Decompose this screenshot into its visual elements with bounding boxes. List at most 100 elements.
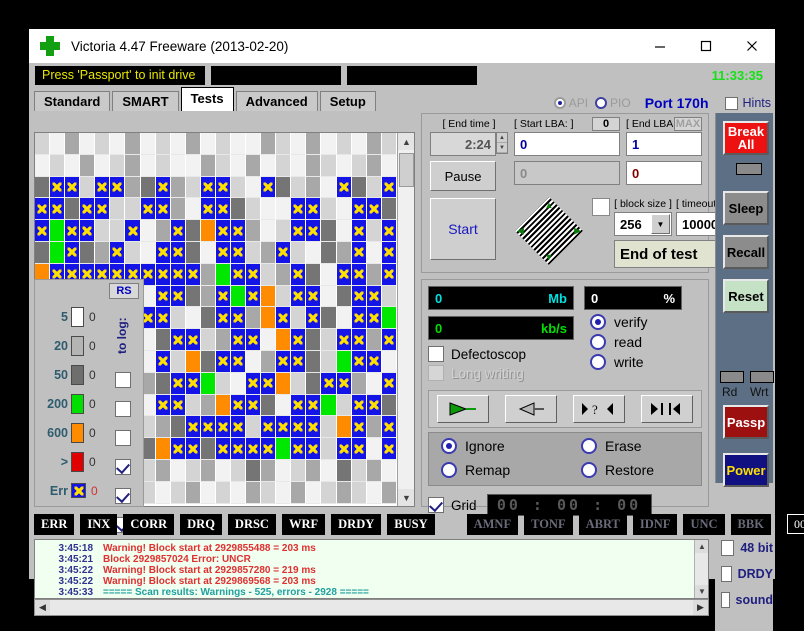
defectoscop-checkbox[interactable]: [428, 346, 444, 362]
block-map-cell: [246, 198, 262, 221]
recall-button[interactable]: Recall: [723, 235, 769, 269]
option-row[interactable]: sound: [715, 587, 773, 613]
maximize-icon[interactable]: [683, 29, 729, 63]
passport-button[interactable]: Passp: [723, 405, 769, 439]
block-map-cell: [50, 220, 66, 242]
read-led: [720, 371, 744, 383]
pause-button[interactable]: Pause: [430, 161, 496, 191]
seek-random-icon[interactable]: ?: [573, 395, 625, 423]
block-map-cell: [185, 394, 201, 417]
radio-read[interactable]: [590, 334, 606, 350]
primary-flag-group: ERR INX CORR DRQ DRSC WRF DRDY BUSY: [34, 513, 441, 535]
radio-verify[interactable]: [590, 314, 606, 330]
end-lba-max-button[interactable]: MAX: [674, 117, 702, 131]
mode-verify-row[interactable]: verify: [590, 314, 647, 330]
tab-standard[interactable]: Standard: [34, 91, 111, 111]
radio-restore[interactable]: [581, 462, 597, 478]
radio-ignore[interactable]: [441, 438, 457, 454]
start-button[interactable]: Start: [430, 198, 496, 260]
start-lba-secondary-input[interactable]: 0: [514, 161, 620, 185]
legend-threshold: 20: [54, 338, 68, 353]
dpad-enable-checkbox[interactable]: [592, 198, 610, 216]
mode-write-row[interactable]: write: [590, 354, 647, 370]
sleep-button[interactable]: Sleep: [723, 191, 769, 225]
block-map-cell: [215, 263, 232, 286]
block-map-cell: [261, 416, 277, 439]
interface-mode-group: API PIO Port 170h Hints: [553, 95, 775, 111]
reset-button[interactable]: Reset: [723, 279, 769, 313]
dpad-right-icon[interactable]: ▶: [574, 226, 581, 237]
error-flag: IDNF: [632, 513, 678, 535]
scroll-down-icon[interactable]: ▼: [398, 489, 414, 506]
to-log-checkbox[interactable]: [115, 401, 131, 417]
radio-remap[interactable]: [441, 462, 457, 478]
block-map-cell: [215, 416, 232, 439]
block-size-select[interactable]: 256 ▼: [614, 212, 672, 236]
direction-pad[interactable]: ▲ ▼ ◀ ▶: [510, 194, 588, 268]
action-restore-row[interactable]: Restore: [581, 462, 711, 478]
log-timestamp: 3:45:22: [58, 565, 93, 576]
radio-write[interactable]: [590, 354, 606, 370]
seek-end-icon[interactable]: [641, 395, 693, 423]
action-remap-row[interactable]: Remap: [441, 462, 581, 478]
chevron-down-icon[interactable]: ▼: [651, 214, 670, 234]
power-button[interactable]: Power: [723, 453, 769, 487]
to-log-checkbox[interactable]: [115, 459, 131, 475]
block-map-cell: [291, 329, 307, 351]
play-backward-icon[interactable]: [505, 395, 557, 423]
log-scrollbar[interactable]: ▲ ▼: [694, 540, 708, 598]
scrollbar-thumb[interactable]: [399, 153, 414, 187]
log-scroll-up-icon[interactable]: ▲: [695, 540, 708, 553]
end-lba-secondary-input[interactable]: 0: [626, 161, 702, 185]
to-log-checkbox[interactable]: [115, 372, 131, 388]
option-row[interactable]: DRDY: [715, 561, 773, 587]
dpad-left-icon[interactable]: ◀: [517, 226, 524, 237]
block-map-cell: [261, 263, 277, 286]
dpad-up-icon[interactable]: ▲: [545, 200, 554, 210]
action-erase-row[interactable]: Erase: [581, 438, 711, 454]
option-checkbox[interactable]: [721, 592, 730, 608]
log-scroll-down-icon[interactable]: ▼: [695, 585, 708, 598]
dpad-down-icon[interactable]: ▼: [545, 252, 554, 262]
break-all-button[interactable]: Break All: [723, 121, 769, 155]
start-lba-zero-button[interactable]: 0: [592, 117, 620, 131]
status-flag: ERR: [34, 513, 75, 535]
to-log-checkbox[interactable]: [115, 488, 131, 504]
play-forward-icon[interactable]: [437, 395, 489, 423]
tab-advanced[interactable]: Advanced: [235, 91, 318, 111]
hints-checkbox[interactable]: [724, 96, 738, 110]
close-icon[interactable]: [729, 29, 775, 63]
block-map-cell: [261, 372, 277, 395]
block-map-cell: [155, 394, 171, 417]
scroll-up-icon[interactable]: ▲: [398, 133, 414, 150]
hints-toggle[interactable]: Hints: [724, 96, 771, 110]
start-lba-input[interactable]: 0: [514, 132, 620, 156]
error-flag: BBK: [730, 513, 771, 535]
radio-erase[interactable]: [581, 438, 597, 454]
radio-pio-label: PIO: [610, 96, 631, 110]
radio-pio[interactable]: [595, 97, 608, 109]
tab-smart[interactable]: SMART: [112, 91, 179, 111]
defectoscop-row[interactable]: Defectoscop: [428, 346, 526, 362]
block-map-cell: [291, 459, 307, 482]
block-map-cell: [291, 176, 307, 199]
end-lba-input[interactable]: 1: [626, 132, 702, 156]
log-panel[interactable]: 3:45:18 Warning! Block start at 292985548…: [34, 539, 709, 599]
mode-read-row[interactable]: read: [590, 334, 647, 350]
minimize-icon[interactable]: [637, 29, 683, 63]
end-time-spinner[interactable]: ▲ ▼: [496, 132, 508, 154]
rs-button[interactable]: RS: [109, 283, 139, 299]
block-map-cell: [155, 438, 171, 460]
block-map-cell: [65, 220, 81, 242]
to-log-checkbox[interactable]: [115, 430, 131, 446]
block-map-scrollbar[interactable]: ▲ ▼: [397, 133, 414, 506]
block-map-cell: [50, 241, 66, 264]
option-checkbox[interactable]: [721, 566, 732, 582]
tab-setup[interactable]: Setup: [319, 91, 376, 111]
action-ignore-row[interactable]: Ignore: [441, 438, 581, 454]
legend-count: 0: [89, 338, 96, 353]
radio-api[interactable]: [553, 97, 566, 109]
option-checkbox[interactable]: [721, 540, 735, 556]
option-row[interactable]: 48 bit: [715, 535, 773, 561]
tab-tests[interactable]: Tests: [180, 87, 234, 111]
